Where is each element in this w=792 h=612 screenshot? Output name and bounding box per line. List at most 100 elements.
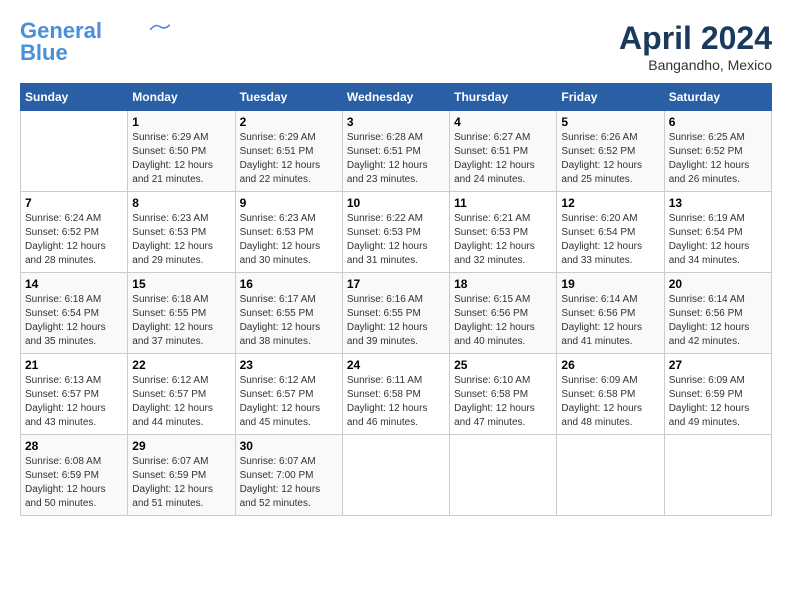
weekday-header-row: SundayMondayTuesdayWednesdayThursdayFrid…	[21, 84, 772, 111]
day-info: Sunrise: 6:17 AM Sunset: 6:55 PM Dayligh…	[240, 293, 338, 349]
title-block: April 2024 Bangandho, Mexico	[619, 20, 772, 73]
day-number: 15	[132, 277, 230, 291]
day-number: 11	[454, 196, 552, 210]
day-number: 8	[132, 196, 230, 210]
calendar-week-row: 21Sunrise: 6:13 AM Sunset: 6:57 PM Dayli…	[21, 354, 772, 435]
calendar-day-cell: 25 Sunrise: 6:10 AM Sunset: 6:58 PM Dayli…	[450, 354, 557, 435]
day-info: Sunrise: 6:27 AM Sunset: 6:51 PM Dayligh…	[454, 131, 552, 187]
day-info: Sunrise: 6:08 AM Sunset: 6:59 PM Dayligh…	[25, 455, 123, 511]
calendar-day-cell: 17 Sunrise: 6:16 AM Sunset: 6:55 PM Dayli…	[342, 273, 449, 354]
weekday-header-cell: Saturday	[664, 84, 771, 111]
day-number: 2	[240, 115, 338, 129]
day-info: Sunrise: 6:16 AM Sunset: 6:55 PM Dayligh…	[347, 293, 445, 349]
day-number: 23	[240, 358, 338, 372]
calendar-body: 1Sunrise: 6:29 AM Sunset: 6:50 PM Daylig…	[21, 111, 772, 516]
day-number: 20	[669, 277, 767, 291]
day-info: Sunrise: 6:20 AM Sunset: 6:54 PM Dayligh…	[561, 212, 659, 268]
calendar-day-cell: 10 Sunrise: 6:22 AM Sunset: 6:53 PM Dayli…	[342, 192, 449, 273]
calendar-day-cell	[450, 435, 557, 516]
day-info: Sunrise: 6:25 AM Sunset: 6:52 PM Dayligh…	[669, 131, 767, 187]
calendar-day-cell: 9Sunrise: 6:23 AM Sunset: 6:53 PM Daylig…	[235, 192, 342, 273]
day-info: Sunrise: 6:26 AM Sunset: 6:52 PM Dayligh…	[561, 131, 659, 187]
day-number: 7	[25, 196, 123, 210]
day-info: Sunrise: 6:10 AM Sunset: 6:58 PM Dayligh…	[454, 374, 552, 430]
day-info: Sunrise: 6:07 AM Sunset: 7:00 PM Dayligh…	[240, 455, 338, 511]
calendar-day-cell: 7 Sunrise: 6:24 AM Sunset: 6:52 PM Daylig…	[21, 192, 128, 273]
calendar-day-cell: 5 Sunrise: 6:26 AM Sunset: 6:52 PM Daylig…	[557, 111, 664, 192]
day-number: 26	[561, 358, 659, 372]
calendar-day-cell: 12 Sunrise: 6:20 AM Sunset: 6:54 PM Dayli…	[557, 192, 664, 273]
weekday-header-cell: Sunday	[21, 84, 128, 111]
day-info: Sunrise: 6:07 AM Sunset: 6:59 PM Dayligh…	[132, 455, 230, 511]
calendar-day-cell: 13Sunrise: 6:19 AM Sunset: 6:54 PM Dayli…	[664, 192, 771, 273]
day-number: 25	[454, 358, 552, 372]
location: Bangandho, Mexico	[619, 57, 772, 73]
calendar-day-cell: 23 Sunrise: 6:12 AM Sunset: 6:57 PM Dayli…	[235, 354, 342, 435]
calendar-day-cell: 4 Sunrise: 6:27 AM Sunset: 6:51 PM Daylig…	[450, 111, 557, 192]
day-number: 28	[25, 439, 123, 453]
logo: General Blue	[20, 20, 170, 64]
calendar-day-cell: 27 Sunrise: 6:09 AM Sunset: 6:59 PM Dayli…	[664, 354, 771, 435]
day-number: 4	[454, 115, 552, 129]
weekday-header-cell: Monday	[128, 84, 235, 111]
day-info: Sunrise: 6:24 AM Sunset: 6:52 PM Dayligh…	[25, 212, 123, 268]
calendar-week-row: 7 Sunrise: 6:24 AM Sunset: 6:52 PM Daylig…	[21, 192, 772, 273]
calendar-day-cell: 28 Sunrise: 6:08 AM Sunset: 6:59 PM Dayli…	[21, 435, 128, 516]
weekday-header-cell: Friday	[557, 84, 664, 111]
day-info: Sunrise: 6:12 AM Sunset: 6:57 PM Dayligh…	[132, 374, 230, 430]
day-number: 12	[561, 196, 659, 210]
day-number: 19	[561, 277, 659, 291]
calendar-week-row: 14Sunrise: 6:18 AM Sunset: 6:54 PM Dayli…	[21, 273, 772, 354]
day-number: 18	[454, 277, 552, 291]
day-info: Sunrise: 6:18 AM Sunset: 6:55 PM Dayligh…	[132, 293, 230, 349]
day-number: 6	[669, 115, 767, 129]
weekday-header-cell: Thursday	[450, 84, 557, 111]
calendar-week-row: 28 Sunrise: 6:08 AM Sunset: 6:59 PM Dayli…	[21, 435, 772, 516]
calendar-week-row: 1Sunrise: 6:29 AM Sunset: 6:50 PM Daylig…	[21, 111, 772, 192]
logo-text: General	[20, 20, 102, 42]
day-number: 9	[240, 196, 338, 210]
calendar-day-cell: 20Sunrise: 6:14 AM Sunset: 6:56 PM Dayli…	[664, 273, 771, 354]
day-number: 24	[347, 358, 445, 372]
day-number: 22	[132, 358, 230, 372]
calendar-day-cell: 15 Sunrise: 6:18 AM Sunset: 6:55 PM Dayli…	[128, 273, 235, 354]
calendar-day-cell: 11 Sunrise: 6:21 AM Sunset: 6:53 PM Dayli…	[450, 192, 557, 273]
day-info: Sunrise: 6:18 AM Sunset: 6:54 PM Dayligh…	[25, 293, 123, 349]
day-number: 16	[240, 277, 338, 291]
calendar-day-cell	[342, 435, 449, 516]
day-number: 10	[347, 196, 445, 210]
day-number: 27	[669, 358, 767, 372]
month-title: April 2024	[619, 20, 772, 57]
day-info: Sunrise: 6:19 AM Sunset: 6:54 PM Dayligh…	[669, 212, 767, 268]
calendar-day-cell: 30Sunrise: 6:07 AM Sunset: 7:00 PM Dayli…	[235, 435, 342, 516]
day-info: Sunrise: 6:14 AM Sunset: 6:56 PM Dayligh…	[561, 293, 659, 349]
calendar-day-cell: 2 Sunrise: 6:29 AM Sunset: 6:51 PM Daylig…	[235, 111, 342, 192]
calendar-day-cell: 29 Sunrise: 6:07 AM Sunset: 6:59 PM Dayli…	[128, 435, 235, 516]
day-number: 17	[347, 277, 445, 291]
logo-blue-text: Blue	[20, 42, 68, 64]
calendar-day-cell: 14Sunrise: 6:18 AM Sunset: 6:54 PM Dayli…	[21, 273, 128, 354]
day-info: Sunrise: 6:29 AM Sunset: 6:51 PM Dayligh…	[240, 131, 338, 187]
day-info: Sunrise: 6:09 AM Sunset: 6:59 PM Dayligh…	[669, 374, 767, 430]
calendar-table: SundayMondayTuesdayWednesdayThursdayFrid…	[20, 83, 772, 516]
day-number: 5	[561, 115, 659, 129]
day-info: Sunrise: 6:11 AM Sunset: 6:58 PM Dayligh…	[347, 374, 445, 430]
calendar-day-cell: 26Sunrise: 6:09 AM Sunset: 6:58 PM Dayli…	[557, 354, 664, 435]
calendar-day-cell: 22 Sunrise: 6:12 AM Sunset: 6:57 PM Dayli…	[128, 354, 235, 435]
day-info: Sunrise: 6:22 AM Sunset: 6:53 PM Dayligh…	[347, 212, 445, 268]
calendar-day-cell	[21, 111, 128, 192]
day-info: Sunrise: 6:12 AM Sunset: 6:57 PM Dayligh…	[240, 374, 338, 430]
day-number: 21	[25, 358, 123, 372]
calendar-day-cell	[664, 435, 771, 516]
calendar-day-cell: 8Sunrise: 6:23 AM Sunset: 6:53 PM Daylig…	[128, 192, 235, 273]
day-info: Sunrise: 6:29 AM Sunset: 6:50 PM Dayligh…	[132, 131, 230, 187]
calendar-day-cell: 24 Sunrise: 6:11 AM Sunset: 6:58 PM Dayli…	[342, 354, 449, 435]
logo-bird-icon	[150, 23, 170, 37]
calendar-day-cell: 21Sunrise: 6:13 AM Sunset: 6:57 PM Dayli…	[21, 354, 128, 435]
weekday-header-cell: Tuesday	[235, 84, 342, 111]
day-number: 29	[132, 439, 230, 453]
day-info: Sunrise: 6:21 AM Sunset: 6:53 PM Dayligh…	[454, 212, 552, 268]
day-info: Sunrise: 6:28 AM Sunset: 6:51 PM Dayligh…	[347, 131, 445, 187]
weekday-header-cell: Wednesday	[342, 84, 449, 111]
calendar-day-cell: 16 Sunrise: 6:17 AM Sunset: 6:55 PM Dayli…	[235, 273, 342, 354]
